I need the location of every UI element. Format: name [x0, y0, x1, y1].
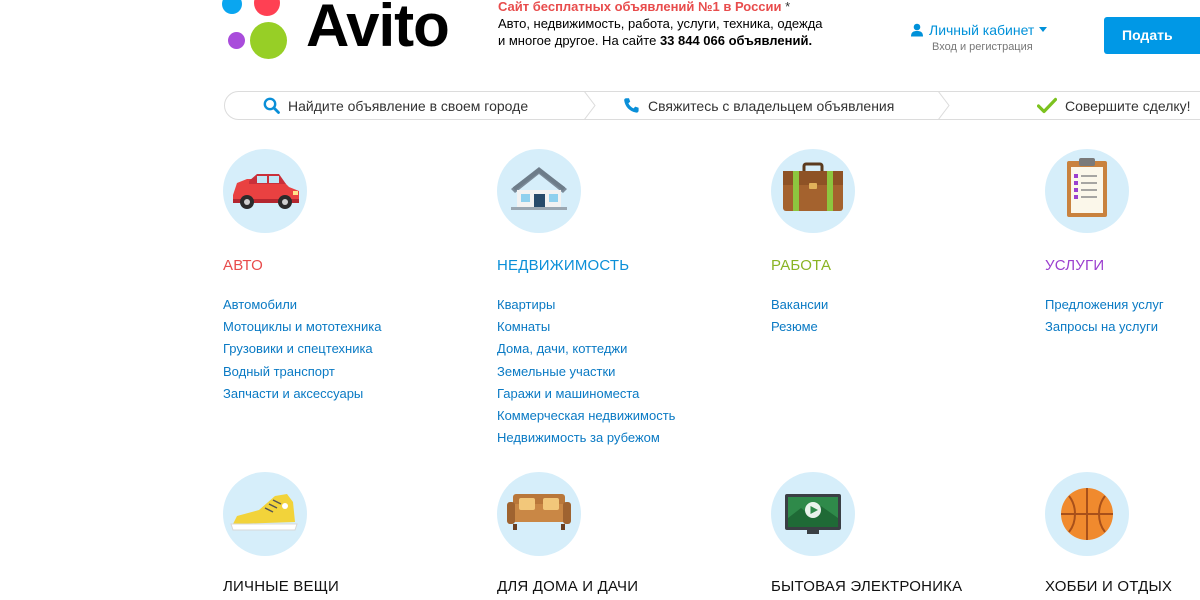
category-services: Услуги Предложения услуг Запросы на услуг…	[1045, 149, 1200, 334]
category-title[interactable]: Хобби и отдых	[1045, 578, 1172, 595]
tagline-star: *	[781, 0, 791, 14]
briefcase-icon[interactable]	[771, 149, 855, 233]
category-title[interactable]: Для дома и дачи	[497, 578, 638, 595]
category-real-estate: Недвижимость Квартиры Комнаты Дома, дачи, …	[497, 149, 757, 445]
logo-dot-red	[254, 0, 280, 16]
logo-dot-green	[250, 22, 287, 59]
category-link[interactable]: Резюме	[771, 316, 828, 338]
category-link[interactable]: Недвижимость за рубежом	[497, 427, 675, 449]
step-deal: Совершите сделку!	[1037, 92, 1191, 119]
category-title[interactable]: Работа	[771, 257, 831, 274]
step-divider-chevron	[937, 91, 950, 120]
clipboard-icon[interactable]	[1045, 149, 1129, 233]
category-hobby: Хобби и отдых	[1045, 472, 1200, 595]
login-register-link[interactable]: Вход и регистрация	[932, 41, 1047, 53]
basketball-icon[interactable]	[1045, 472, 1129, 556]
account-label: Личный кабинет	[929, 22, 1035, 38]
step-label: Совершите сделку!	[1065, 97, 1191, 114]
category-personal-items: Личные вещи	[223, 472, 483, 595]
logo-dot-purple	[228, 32, 245, 49]
step-contact: Свяжитесь с владельцем объявления	[623, 92, 894, 119]
account-block: Личный кабинет Вход и регистрация	[910, 22, 1048, 53]
phone-icon	[624, 98, 639, 113]
category-link[interactable]: Предложения услуг	[1045, 294, 1164, 316]
step-label: Свяжитесь с владельцем объявления	[648, 97, 895, 114]
car-icon[interactable]	[223, 149, 307, 233]
category-links: Предложения услуг Запросы на услуги	[1045, 294, 1164, 338]
category-link[interactable]: Вакансии	[771, 294, 828, 316]
category-links: Автомобили Мотоциклы и мототехника Грузови…	[223, 294, 381, 405]
step-divider-chevron	[583, 91, 596, 120]
category-link[interactable]: Запчасти и аксессуары	[223, 383, 381, 405]
category-link[interactable]: Квартиры	[497, 294, 675, 316]
step-label: Найдите объявление в своем городе	[288, 97, 529, 114]
logo-wordmark: Avito	[306, 0, 450, 59]
avito-logo[interactable]: Avito	[222, 0, 462, 66]
sofa-icon[interactable]	[497, 472, 581, 556]
site-tagline: Сайт бесплатных объявлений №1 в России *…	[498, 0, 878, 49]
category-link[interactable]: Дома, дачи, коттеджи	[497, 338, 675, 360]
logo-dot-blue	[222, 0, 242, 14]
step-find: Найдите объявление в своем городе	[263, 92, 528, 119]
checkmark-icon	[1037, 97, 1057, 114]
category-link[interactable]: Автомобили	[223, 294, 381, 316]
tagline-line1: Авто, недвижимость, работа, услуги, техн…	[498, 16, 823, 31]
category-home-garden: Для дома и дачи	[497, 472, 757, 595]
category-title[interactable]: Бытовая электроника	[771, 578, 962, 595]
category-title[interactable]: Недвижимость	[497, 257, 629, 274]
account-link[interactable]: Личный кабинет	[910, 22, 1048, 38]
category-link[interactable]: Мотоциклы и мототехника	[223, 316, 381, 338]
category-electronics: Бытовая электроника	[771, 472, 1031, 595]
category-link[interactable]: Гаражи и машиноместа	[497, 383, 675, 405]
category-link[interactable]: Грузовики и спецтехника	[223, 338, 381, 360]
tagline-line2: и многое другое. На сайте	[498, 33, 660, 48]
sneaker-icon[interactable]	[223, 472, 307, 556]
house-icon[interactable]	[497, 149, 581, 233]
tagline-highlight: Сайт бесплатных объявлений №1 в России	[498, 0, 782, 14]
search-icon	[263, 97, 280, 114]
user-icon	[911, 23, 923, 37]
category-link[interactable]: Земельные участки	[497, 361, 675, 383]
category-links: Квартиры Комнаты Дома, дачи, коттеджи Земел…	[497, 294, 675, 449]
category-title[interactable]: Авто	[223, 257, 263, 274]
monitor-icon[interactable]	[771, 472, 855, 556]
listing-count: 33 844 066 объявлений.	[659, 33, 813, 48]
dropdown-arrow-icon	[1039, 27, 1048, 32]
category-link[interactable]: Водный транспорт	[223, 361, 381, 383]
category-link[interactable]: Запросы на услуги	[1045, 316, 1164, 338]
category-links: Вакансии Резюме	[771, 294, 828, 338]
category-title[interactable]: Личные вещи	[223, 578, 339, 595]
category-work: Работа Вакансии Резюме	[771, 149, 1031, 334]
category-link[interactable]: Коммерческая недвижимость	[497, 405, 675, 427]
steps-bar: Найдите объявление в своем городе Свяжит…	[224, 91, 1200, 120]
post-ad-button[interactable]: Подать объявление	[1104, 17, 1200, 80]
category-title[interactable]: Услуги	[1045, 257, 1104, 274]
category-link[interactable]: Комнаты	[497, 316, 675, 338]
category-auto: Авто Автомобили Мотоциклы и мототехника Гр…	[223, 149, 483, 401]
